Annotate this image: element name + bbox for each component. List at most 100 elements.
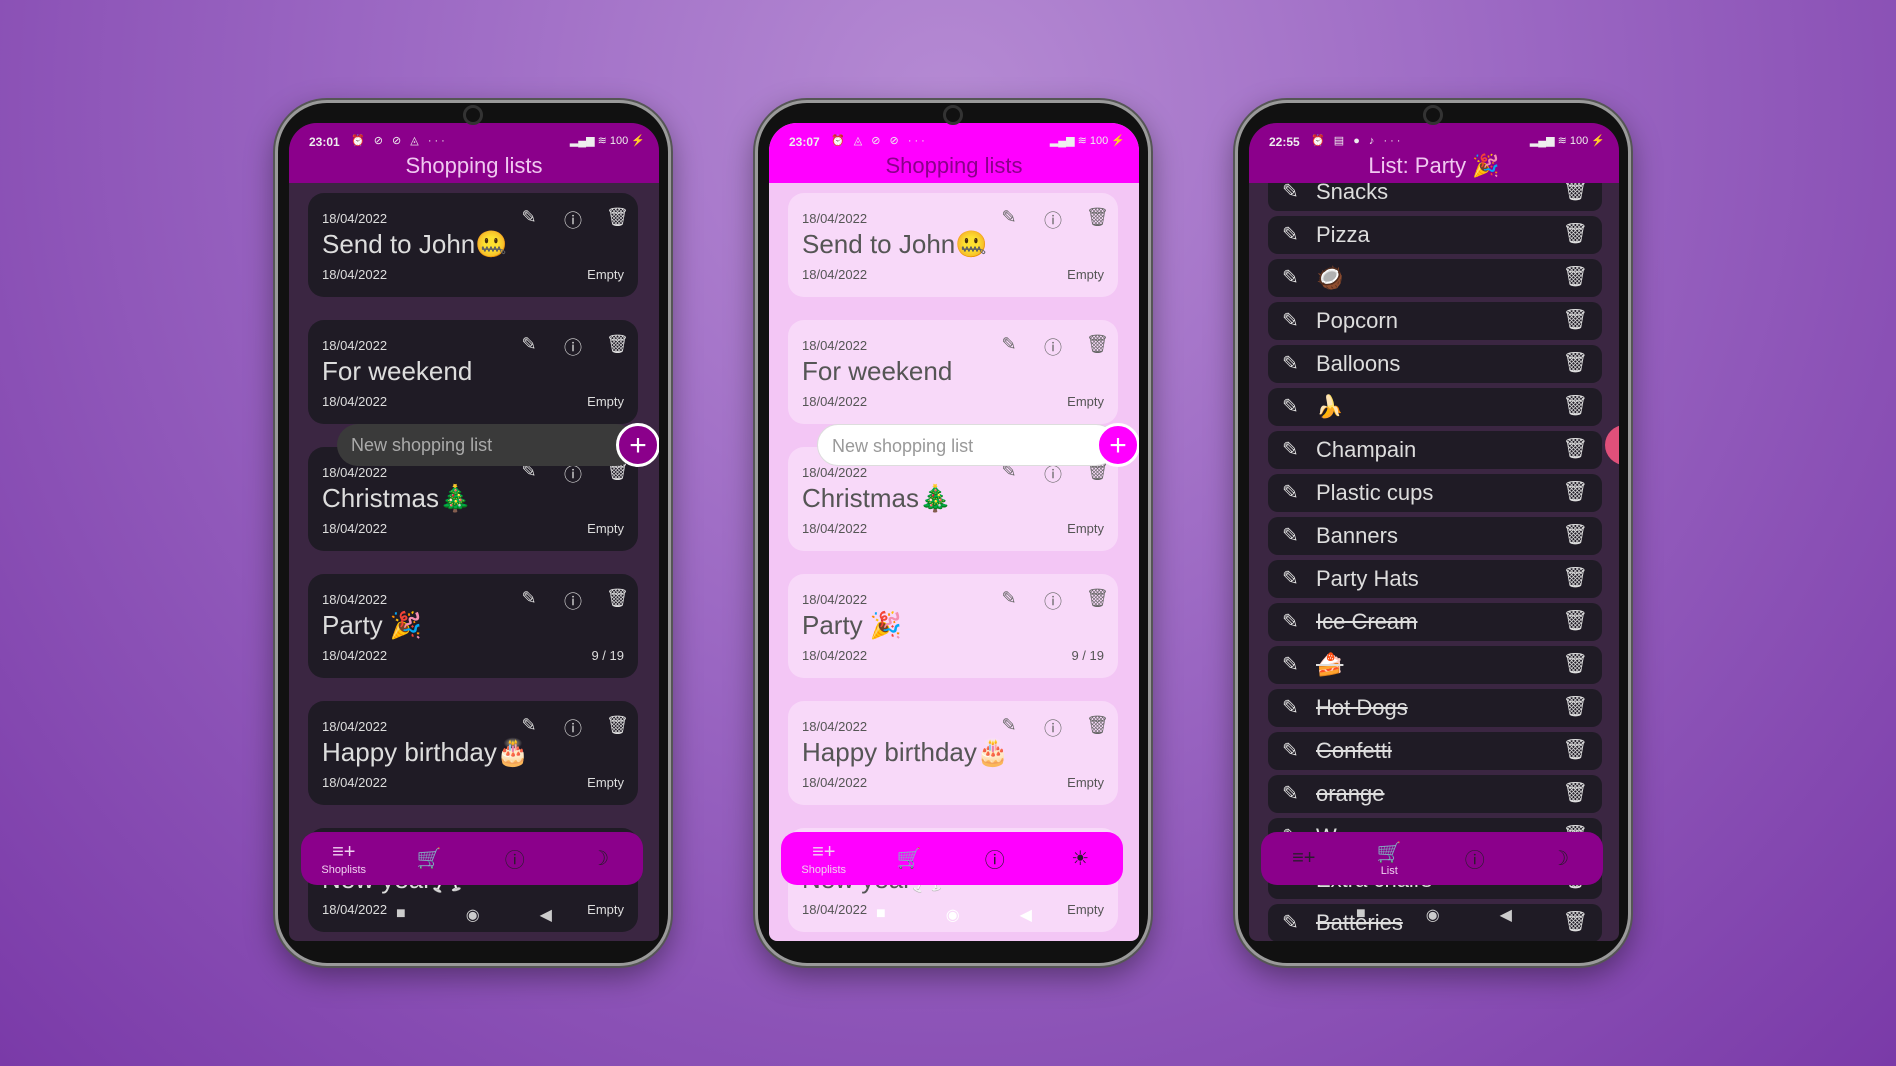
side-fab-button[interactable] xyxy=(1605,425,1619,465)
list-item[interactable]: ✎ 🥥 🗑 xyxy=(1268,259,1602,297)
home-button[interactable]: ◉ xyxy=(1426,905,1440,925)
pencil-icon[interactable]: ✎ xyxy=(518,334,540,360)
trash-icon[interactable]: 🗑 xyxy=(1086,207,1109,233)
trash-icon[interactable]: 🗑 xyxy=(1563,651,1588,676)
trash-icon[interactable]: 🗑 xyxy=(1563,737,1588,762)
trash-icon[interactable]: 🗑 xyxy=(1563,565,1588,590)
trash-icon[interactable]: 🗑 xyxy=(606,334,629,360)
trash-icon[interactable]: 🗑 xyxy=(1563,780,1588,805)
trash-icon[interactable]: 🗑 xyxy=(1563,221,1588,246)
add-list-button[interactable]: + xyxy=(616,423,659,467)
info-icon[interactable]: ⓘ xyxy=(1042,715,1064,741)
pencil-icon[interactable]: ✎ xyxy=(1282,222,1299,247)
trash-icon[interactable]: 🗑 xyxy=(1086,588,1109,614)
info-icon[interactable]: ⓘ xyxy=(562,207,584,233)
pencil-icon[interactable]: ✎ xyxy=(1282,351,1299,376)
back-button[interactable]: ◀ xyxy=(1500,905,1512,925)
nav-item-info[interactable]: ⓘ xyxy=(1445,844,1505,873)
pencil-icon[interactable]: ✎ xyxy=(998,588,1020,614)
pencil-icon[interactable]: ✎ xyxy=(998,334,1020,360)
trash-icon[interactable]: 🗑 xyxy=(1563,393,1588,418)
pencil-icon[interactable]: ✎ xyxy=(1282,308,1299,333)
nav-item-info[interactable]: ⓘ xyxy=(965,844,1025,873)
shopping-list-card[interactable]: 18/04/2022 Send to John🤐 18/04/2022 Empty ✎ ⓘ… xyxy=(788,193,1118,297)
list-item[interactable]: ✎ Hot Dogs 🗑 xyxy=(1268,689,1602,727)
info-icon[interactable]: ⓘ xyxy=(562,715,584,741)
list-item[interactable]: ✎ Ice Cream 🗑 xyxy=(1268,603,1602,641)
info-icon[interactable]: ⓘ xyxy=(1042,207,1064,233)
add-list-button[interactable]: + xyxy=(1096,423,1139,467)
shopping-list-card[interactable]: 18/04/2022 Happy birthday🎂 18/04/2022 Empty… xyxy=(788,701,1118,805)
pencil-icon[interactable]: ✎ xyxy=(1282,437,1299,462)
new-list-input[interactable]: New shopping list xyxy=(817,424,1117,466)
back-button[interactable]: ◀ xyxy=(1020,905,1032,925)
list-item[interactable]: ✎ Pizza 🗑 xyxy=(1268,216,1602,254)
pencil-icon[interactable]: ✎ xyxy=(1282,738,1299,763)
list-item[interactable]: ✎ 🍰 🗑 xyxy=(1268,646,1602,684)
trash-icon[interactable]: 🗑 xyxy=(1563,264,1588,289)
nav-item-playlist-add[interactable]: ≡+ xyxy=(1274,847,1334,870)
trash-icon[interactable]: 🗑 xyxy=(1563,350,1588,375)
trash-icon[interactable]: 🗑 xyxy=(1563,608,1588,633)
nav-item-cart-add[interactable]: 🛒 xyxy=(879,846,939,871)
recents-button[interactable]: ■ xyxy=(1356,905,1366,925)
shopping-list-card[interactable]: 18/04/2022 Party 🎉 18/04/2022 9 / 19 ✎ ⓘ 🗑 xyxy=(308,574,638,678)
pencil-icon[interactable]: ✎ xyxy=(1282,609,1299,634)
pencil-icon[interactable]: ✎ xyxy=(1282,523,1299,548)
pencil-icon[interactable]: ✎ xyxy=(1282,652,1299,677)
pencil-icon[interactable]: ✎ xyxy=(998,207,1020,233)
back-button[interactable]: ◀ xyxy=(540,905,552,925)
nav-item-list[interactable]: 🛒 List xyxy=(1359,840,1419,877)
trash-icon[interactable]: 🗑 xyxy=(1086,334,1109,360)
shopping-list-card[interactable]: 18/04/2022 Send to John🤐 18/04/2022 Empty ✎ ⓘ… xyxy=(308,193,638,297)
pencil-icon[interactable]: ✎ xyxy=(518,588,540,614)
shopping-list-card[interactable]: 18/04/2022 Party 🎉 18/04/2022 9 / 19 ✎ ⓘ 🗑 xyxy=(788,574,1118,678)
recents-button[interactable]: ■ xyxy=(396,905,406,925)
list-item[interactable]: ✎ Champain 🗑 xyxy=(1268,431,1602,469)
home-button[interactable]: ◉ xyxy=(946,905,960,925)
pencil-icon[interactable]: ✎ xyxy=(1282,566,1299,591)
pencil-icon[interactable]: ✎ xyxy=(1282,394,1299,419)
info-icon[interactable]: ⓘ xyxy=(562,334,584,360)
pencil-icon[interactable]: ✎ xyxy=(518,207,540,233)
recents-button[interactable]: ■ xyxy=(876,905,886,925)
list-item[interactable]: ✎ orange 🗑 xyxy=(1268,775,1602,813)
trash-icon[interactable]: 🗑 xyxy=(606,715,629,741)
trash-icon[interactable]: 🗑 xyxy=(1563,436,1588,461)
nav-item-moon[interactable]: ☽ xyxy=(570,846,630,871)
info-icon[interactable]: ⓘ xyxy=(1042,588,1064,614)
pencil-icon[interactable]: ✎ xyxy=(518,715,540,741)
pencil-icon[interactable]: ✎ xyxy=(1282,695,1299,720)
trash-icon[interactable]: 🗑 xyxy=(1563,307,1588,332)
new-list-input[interactable]: New shopping list xyxy=(337,424,637,466)
list-item[interactable]: ✎ Plastic cups 🗑 xyxy=(1268,474,1602,512)
trash-icon[interactable]: 🗑 xyxy=(606,588,629,614)
trash-icon[interactable]: 🗑 xyxy=(1563,522,1588,547)
info-icon[interactable]: ⓘ xyxy=(1042,334,1064,360)
pencil-icon[interactable]: ✎ xyxy=(1282,781,1299,806)
shopping-list-card[interactable]: 18/04/2022 Happy birthday🎂 18/04/2022 Empty… xyxy=(308,701,638,805)
nav-item-info[interactable]: ⓘ xyxy=(485,844,545,873)
nav-item-sun[interactable]: ☀ xyxy=(1050,846,1110,871)
trash-icon[interactable]: 🗑 xyxy=(1086,715,1109,741)
list-item[interactable]: ✎ Confetti 🗑 xyxy=(1268,732,1602,770)
list-item[interactable]: ✎ Balloons 🗑 xyxy=(1268,345,1602,383)
trash-icon[interactable]: 🗑 xyxy=(1563,479,1588,504)
nav-item-shoplists[interactable]: ≡+ Shoplists xyxy=(314,841,374,876)
pencil-icon[interactable]: ✎ xyxy=(998,715,1020,741)
pencil-icon[interactable]: ✎ xyxy=(1282,265,1299,290)
nav-item-cart-add[interactable]: 🛒 xyxy=(399,846,459,871)
shopping-list-card[interactable]: 18/04/2022 For weekend 18/04/2022 Empty ✎ ⓘ 🗑 xyxy=(308,320,638,424)
trash-icon[interactable]: 🗑 xyxy=(606,207,629,233)
info-icon[interactable]: ⓘ xyxy=(562,588,584,614)
pencil-icon[interactable]: ✎ xyxy=(1282,480,1299,505)
list-item[interactable]: ✎ Party Hats 🗑 xyxy=(1268,560,1602,598)
shopping-list-card[interactable]: 18/04/2022 For weekend 18/04/2022 Empty ✎ ⓘ 🗑 xyxy=(788,320,1118,424)
list-item[interactable]: ✎ Popcorn 🗑 xyxy=(1268,302,1602,340)
list-item[interactable]: ✎ Banners 🗑 xyxy=(1268,517,1602,555)
nav-item-shoplists[interactable]: ≡+ Shoplists xyxy=(794,841,854,876)
trash-icon[interactable]: 🗑 xyxy=(1563,694,1588,719)
home-button[interactable]: ◉ xyxy=(466,905,480,925)
nav-item-moon[interactable]: ☽ xyxy=(1530,846,1590,871)
list-item[interactable]: ✎ 🍌 🗑 xyxy=(1268,388,1602,426)
